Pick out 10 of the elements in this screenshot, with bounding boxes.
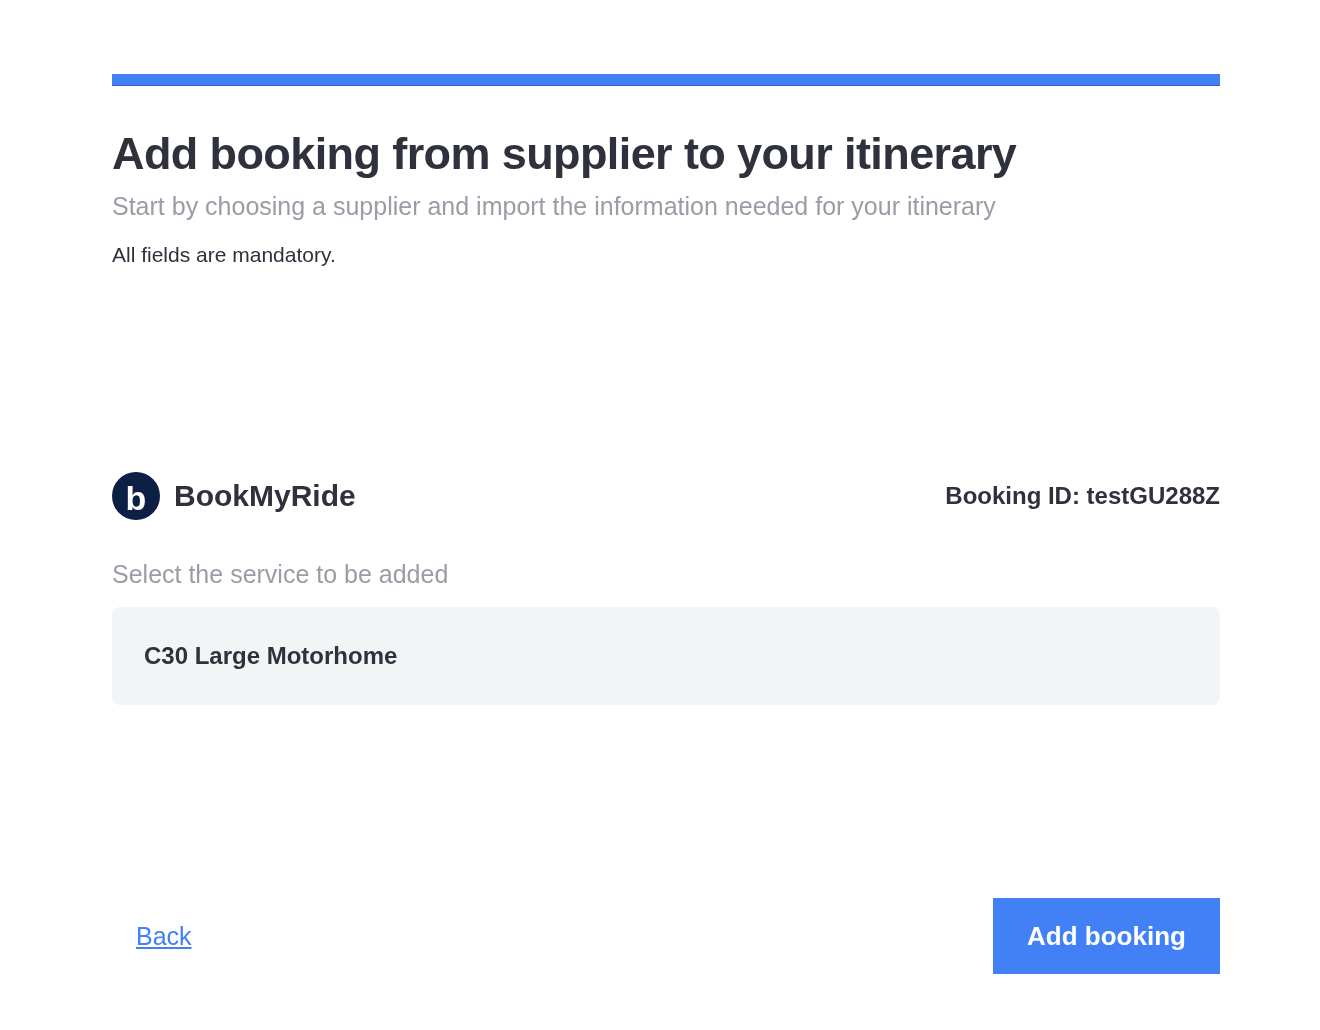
page-title: Add booking from supplier to your itinerary — [112, 127, 1018, 181]
service-label: Select the service to be added — [112, 560, 450, 589]
add-booking-button[interactable]: Add booking — [993, 898, 1220, 974]
page-subtitle: Start by choosing a supplier and import the information needed for your itinerary — [112, 191, 997, 222]
supplier-logo: b — [112, 472, 160, 520]
booking-id: Booking ID: testGU288Z — [945, 482, 1220, 510]
back-link[interactable]: Back — [136, 921, 192, 951]
mandatory-note: All fields are mandatory. — [112, 242, 337, 268]
supplier-name: BookMyRide — [174, 479, 356, 513]
service-field[interactable]: C30 Large Motorhome — [112, 607, 1220, 705]
